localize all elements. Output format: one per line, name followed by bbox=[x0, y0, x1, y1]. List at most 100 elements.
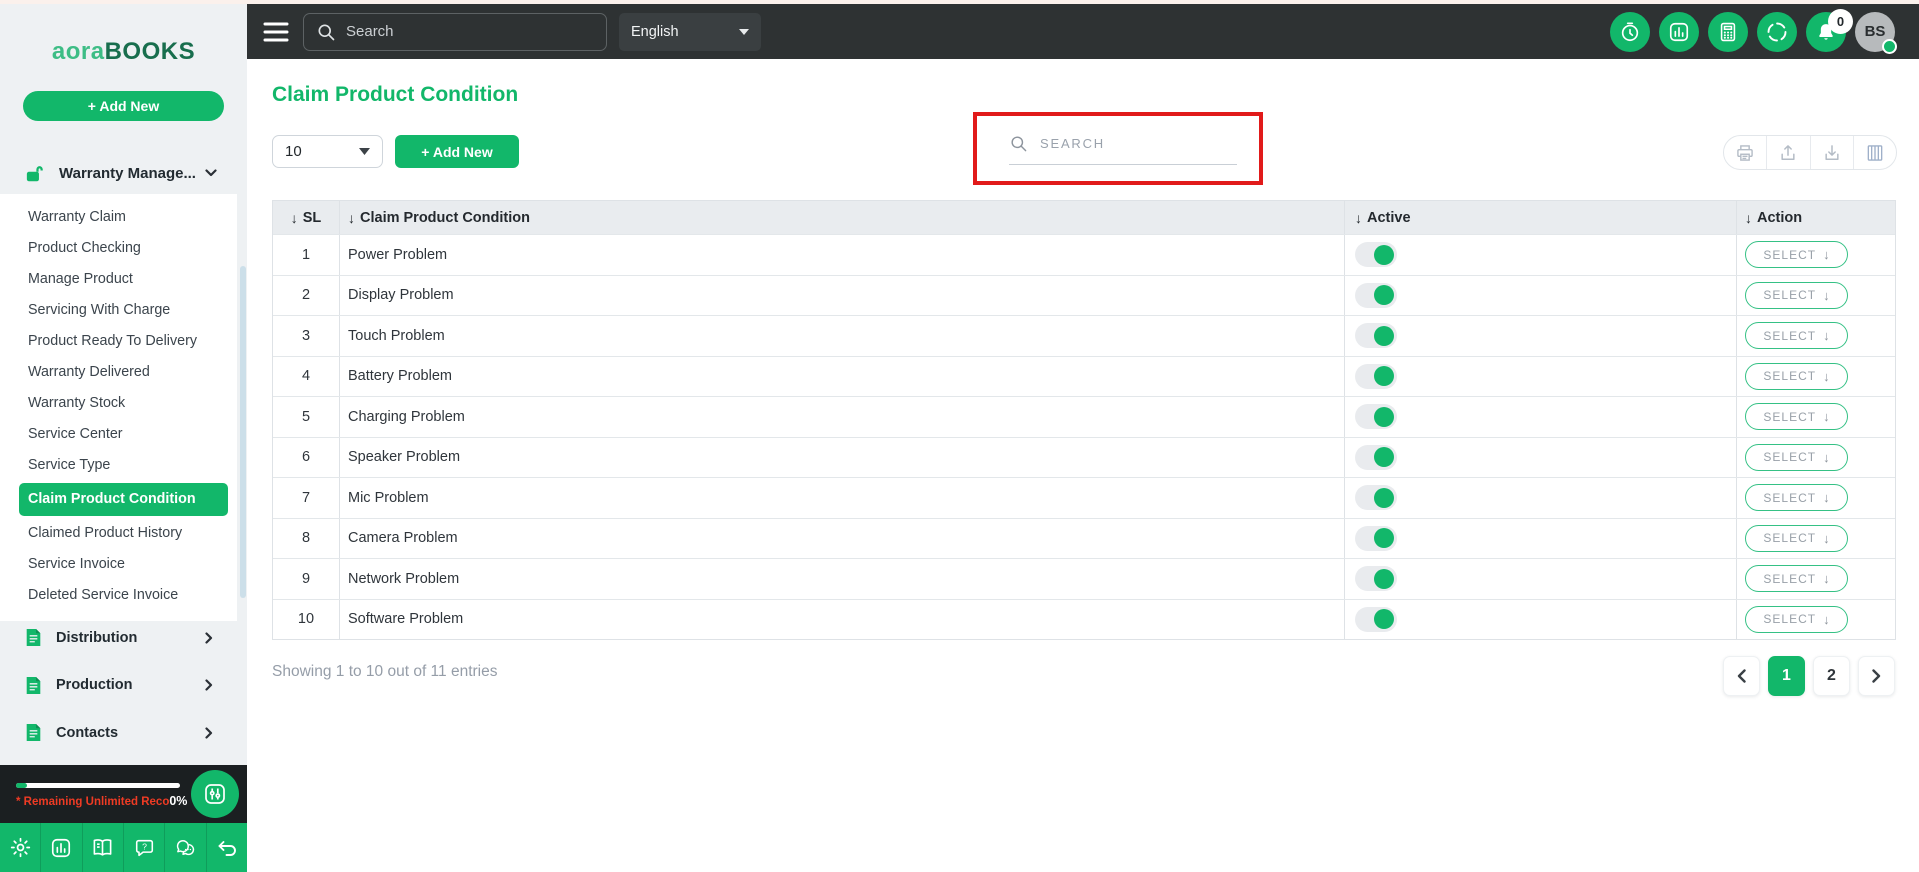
sidebar-item-servicing-with-charge[interactable]: Servicing With Charge bbox=[0, 295, 237, 326]
menu-icon bbox=[263, 21, 289, 43]
gear-button[interactable] bbox=[0, 823, 41, 872]
column-header-action[interactable]: ↓Action bbox=[1736, 201, 1895, 234]
scan-button[interactable] bbox=[1757, 12, 1797, 52]
active-toggle[interactable] bbox=[1355, 485, 1397, 510]
select-button[interactable]: SELECT↓ bbox=[1745, 282, 1848, 309]
active-toggle[interactable] bbox=[1355, 283, 1397, 308]
sidebar-item-warranty-delivered[interactable]: Warranty Delivered bbox=[0, 357, 237, 388]
app-logo[interactable]: aoraBOOKS bbox=[0, 38, 247, 66]
select-button[interactable]: SELECT↓ bbox=[1745, 444, 1848, 471]
sidebar-item-manage-product[interactable]: Manage Product bbox=[0, 264, 237, 295]
select-button[interactable]: SELECT↓ bbox=[1745, 484, 1848, 511]
columns-button[interactable] bbox=[1853, 136, 1896, 169]
undo-button[interactable] bbox=[207, 823, 247, 872]
print-button[interactable] bbox=[1724, 136, 1766, 169]
column-header-claim-product-condition[interactable]: ↓Claim Product Condition bbox=[339, 201, 1344, 234]
previous-page-button[interactable] bbox=[1723, 656, 1760, 696]
data-table: ↓SL↓Claim Product Condition↓Active↓Actio… bbox=[272, 200, 1896, 640]
select-button[interactable]: SELECT↓ bbox=[1745, 363, 1848, 390]
download-button[interactable] bbox=[1810, 136, 1853, 169]
preferences-fab-button[interactable] bbox=[191, 770, 239, 818]
sidebar-item-warranty-claim[interactable]: Warranty Claim bbox=[0, 202, 237, 233]
sidebar-item-claim-product-condition[interactable]: Claim Product Condition bbox=[19, 483, 228, 516]
messages-button[interactable] bbox=[165, 823, 206, 872]
chevron-down-icon bbox=[205, 169, 217, 177]
sidebar-item-product-checking[interactable]: Product Checking bbox=[0, 233, 237, 264]
sidebar-item-warranty-stock[interactable]: Warranty Stock bbox=[0, 388, 237, 419]
sidebar-item-product-ready-to-delivery[interactable]: Product Ready To Delivery bbox=[0, 326, 237, 357]
sidebar-group-contacts[interactable]: Contacts bbox=[0, 709, 237, 757]
sidebar-add-new-button[interactable]: + Add New bbox=[23, 91, 224, 121]
bar-chart-button[interactable] bbox=[1659, 12, 1699, 52]
page-button-1[interactable]: 1 bbox=[1768, 656, 1805, 696]
topbar: English 0 BS bbox=[247, 4, 1919, 59]
document-icon bbox=[25, 723, 42, 742]
column-header-active[interactable]: ↓Active bbox=[1344, 201, 1736, 234]
select-button[interactable]: SELECT↓ bbox=[1745, 322, 1848, 349]
active-toggle[interactable] bbox=[1355, 607, 1397, 632]
language-select[interactable]: English bbox=[619, 13, 761, 51]
book-button[interactable] bbox=[83, 823, 124, 872]
notifications-button[interactable]: 0 bbox=[1806, 12, 1846, 52]
app-root: aoraBOOKS + Add New Warranty Manage... W… bbox=[0, 0, 1919, 872]
user-avatar[interactable]: BS bbox=[1855, 12, 1895, 52]
column-header-label: Active bbox=[1367, 210, 1411, 226]
unlock-icon bbox=[25, 164, 46, 183]
usage-percent: 0% bbox=[169, 794, 187, 808]
menu-toggle-button[interactable] bbox=[263, 21, 293, 43]
sidebar-group-label: Production bbox=[56, 677, 205, 693]
sidebar: aoraBOOKS + Add New Warranty Manage... W… bbox=[0, 4, 247, 872]
avatar-initials: BS bbox=[1865, 23, 1886, 40]
annotation-red-box bbox=[973, 112, 1263, 185]
sidebar-item-deleted-service-invoice[interactable]: Deleted Service Invoice bbox=[0, 580, 237, 611]
toggle-knob bbox=[1374, 447, 1394, 467]
cell-condition: Charging Problem bbox=[339, 397, 1344, 437]
table-row: 3Touch ProblemSELECT↓ bbox=[273, 315, 1895, 356]
calculator-button[interactable] bbox=[1708, 12, 1748, 52]
time-button[interactable] bbox=[1610, 12, 1650, 52]
select-button[interactable]: SELECT↓ bbox=[1745, 606, 1848, 633]
cell-sl: 8 bbox=[273, 519, 339, 559]
table-search-input[interactable] bbox=[1040, 136, 1237, 151]
active-toggle[interactable] bbox=[1355, 323, 1397, 348]
active-toggle[interactable] bbox=[1355, 364, 1397, 389]
sidebar-item-service-invoice[interactable]: Service Invoice bbox=[0, 549, 237, 580]
arrow-down-icon: ↓ bbox=[1823, 571, 1830, 586]
table-row: 5Charging ProblemSELECT↓ bbox=[273, 396, 1895, 437]
next-page-button[interactable] bbox=[1858, 656, 1895, 696]
toggle-knob bbox=[1374, 609, 1394, 629]
sidebar-item-claimed-product-history[interactable]: Claimed Product History bbox=[0, 518, 237, 549]
select-button[interactable]: SELECT↓ bbox=[1745, 241, 1848, 268]
bar-chart-icon bbox=[1668, 21, 1690, 43]
cell-action: SELECT↓ bbox=[1736, 478, 1895, 518]
active-toggle[interactable] bbox=[1355, 526, 1397, 551]
select-button[interactable]: SELECT↓ bbox=[1745, 403, 1848, 430]
active-toggle[interactable] bbox=[1355, 445, 1397, 470]
sidebar-item-service-center[interactable]: Service Center bbox=[0, 419, 237, 450]
select-button[interactable]: SELECT↓ bbox=[1745, 565, 1848, 592]
active-toggle[interactable] bbox=[1355, 404, 1397, 429]
bar-chart-button[interactable] bbox=[41, 823, 82, 872]
help-chat-button[interactable]: ? bbox=[124, 823, 165, 872]
page-size-select[interactable]: 10 bbox=[272, 135, 383, 168]
sidebar-item-service-type[interactable]: Service Type bbox=[0, 450, 237, 481]
export-button[interactable] bbox=[1766, 136, 1809, 169]
sidebar-scrollbar[interactable] bbox=[240, 266, 246, 598]
active-toggle[interactable] bbox=[1355, 566, 1397, 591]
column-header-sl[interactable]: ↓SL bbox=[273, 201, 339, 234]
active-toggle[interactable] bbox=[1355, 242, 1397, 267]
add-new-button[interactable]: + Add New bbox=[395, 135, 519, 168]
table-row: 1Power ProblemSELECT↓ bbox=[273, 234, 1895, 275]
cell-sl: 9 bbox=[273, 559, 339, 599]
select-button[interactable]: SELECT↓ bbox=[1745, 525, 1848, 552]
arrow-down-icon: ↓ bbox=[1823, 612, 1830, 627]
next-icon bbox=[1872, 669, 1881, 683]
sidebar-section-warranty-management[interactable]: Warranty Manage... bbox=[0, 160, 247, 186]
sidebar-group-distribution[interactable]: Distribution bbox=[0, 614, 237, 662]
global-search-input[interactable] bbox=[346, 23, 594, 40]
table-row: 8Camera ProblemSELECT↓ bbox=[273, 518, 1895, 559]
time-icon bbox=[1619, 21, 1641, 43]
sidebar-group-production[interactable]: Production bbox=[0, 662, 237, 710]
page-button-2[interactable]: 2 bbox=[1813, 656, 1850, 696]
table-row: 6Speaker ProblemSELECT↓ bbox=[273, 437, 1895, 478]
